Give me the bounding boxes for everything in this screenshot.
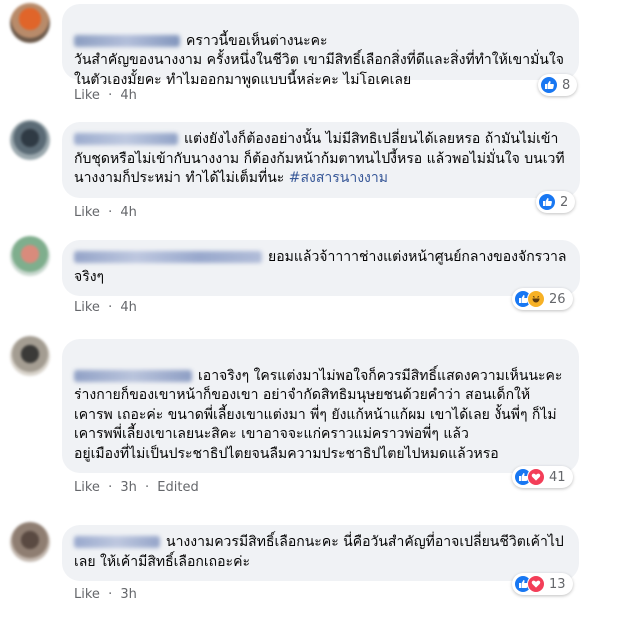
separator: · [108, 587, 113, 602]
timestamp[interactable]: 3h [120, 480, 137, 495]
avatar[interactable] [10, 120, 50, 160]
comment-actions: Like · 4h [74, 88, 141, 103]
author-name-blurred[interactable] [74, 133, 178, 145]
avatar[interactable] [10, 522, 50, 562]
haha-reaction-icon [527, 290, 545, 308]
like-button[interactable]: Like [74, 205, 100, 220]
reaction-count: 41 [549, 469, 566, 485]
avatar[interactable] [10, 236, 50, 276]
separator: · [108, 88, 113, 103]
timestamp[interactable]: 4h [120, 88, 137, 103]
like-button[interactable]: Like [74, 587, 100, 602]
comment-bubble: เอาจริงๆ ใครแต่งมาไม่พอใจก็ควรมีสิทธิ์แส… [62, 339, 579, 473]
avatar[interactable] [10, 3, 50, 43]
comment-actions: Like · 4h [74, 300, 141, 315]
separator: · [145, 480, 150, 495]
reaction-count: 13 [549, 576, 566, 592]
edited-label[interactable]: Edited [157, 480, 198, 495]
comment-bubble: ยอมแล้วจ้าาาาช่างแต่งหน้าศูนย์กลางของจัก… [62, 240, 580, 296]
separator: · [108, 205, 113, 220]
reaction-summary[interactable]: 26 [512, 288, 573, 310]
hashtag-link[interactable]: #สงสารนางงาม [289, 170, 388, 186]
like-button[interactable]: Like [74, 88, 100, 103]
reaction-summary[interactable]: 8 [538, 74, 578, 96]
reaction-summary[interactable]: 13 [512, 573, 573, 595]
love-reaction-icon [527, 575, 545, 593]
timestamp[interactable]: 3h [120, 587, 137, 602]
comment-actions: Like · 3h [74, 587, 141, 602]
author-name-blurred[interactable] [74, 369, 192, 382]
timestamp[interactable]: 4h [120, 205, 137, 220]
avatar[interactable] [10, 336, 50, 376]
author-name-blurred[interactable] [74, 536, 160, 548]
reaction-summary[interactable]: 2 [536, 191, 576, 213]
like-reaction-icon [540, 76, 558, 94]
like-reaction-icon [538, 193, 556, 211]
comment-actions: Like · 3h · Edited [74, 480, 203, 495]
separator: · [108, 480, 113, 495]
like-button[interactable]: Like [74, 480, 100, 495]
comment-actions: Like · 4h [74, 205, 141, 220]
comment-text: เอาจริงๆ ใครแต่งมาไม่พอใจก็ควรมีสิทธิ์แส… [74, 367, 563, 462]
reaction-count: 8 [562, 77, 571, 93]
timestamp[interactable]: 4h [120, 300, 137, 315]
reaction-count: 26 [549, 291, 566, 307]
comment-bubble: แต่งยังไงก็ต้องอย่างนั้น ไม่มีสิทธิเปลี่… [62, 122, 580, 198]
like-button[interactable]: Like [74, 300, 100, 315]
author-name-blurred[interactable] [74, 34, 180, 47]
reaction-summary[interactable]: 41 [512, 466, 573, 488]
comment-bubble: คราวนี้ขอเห็นต่างนะคะ วันสำคัญของนางงาม … [62, 4, 579, 88]
reaction-count: 2 [560, 194, 569, 210]
author-name-blurred[interactable] [74, 251, 262, 263]
love-reaction-icon [527, 468, 545, 486]
comment-bubble: นางงามควรมีสิทธิ์เลือกนะคะ นี่คือวันสำคั… [62, 525, 579, 581]
separator: · [108, 300, 113, 315]
